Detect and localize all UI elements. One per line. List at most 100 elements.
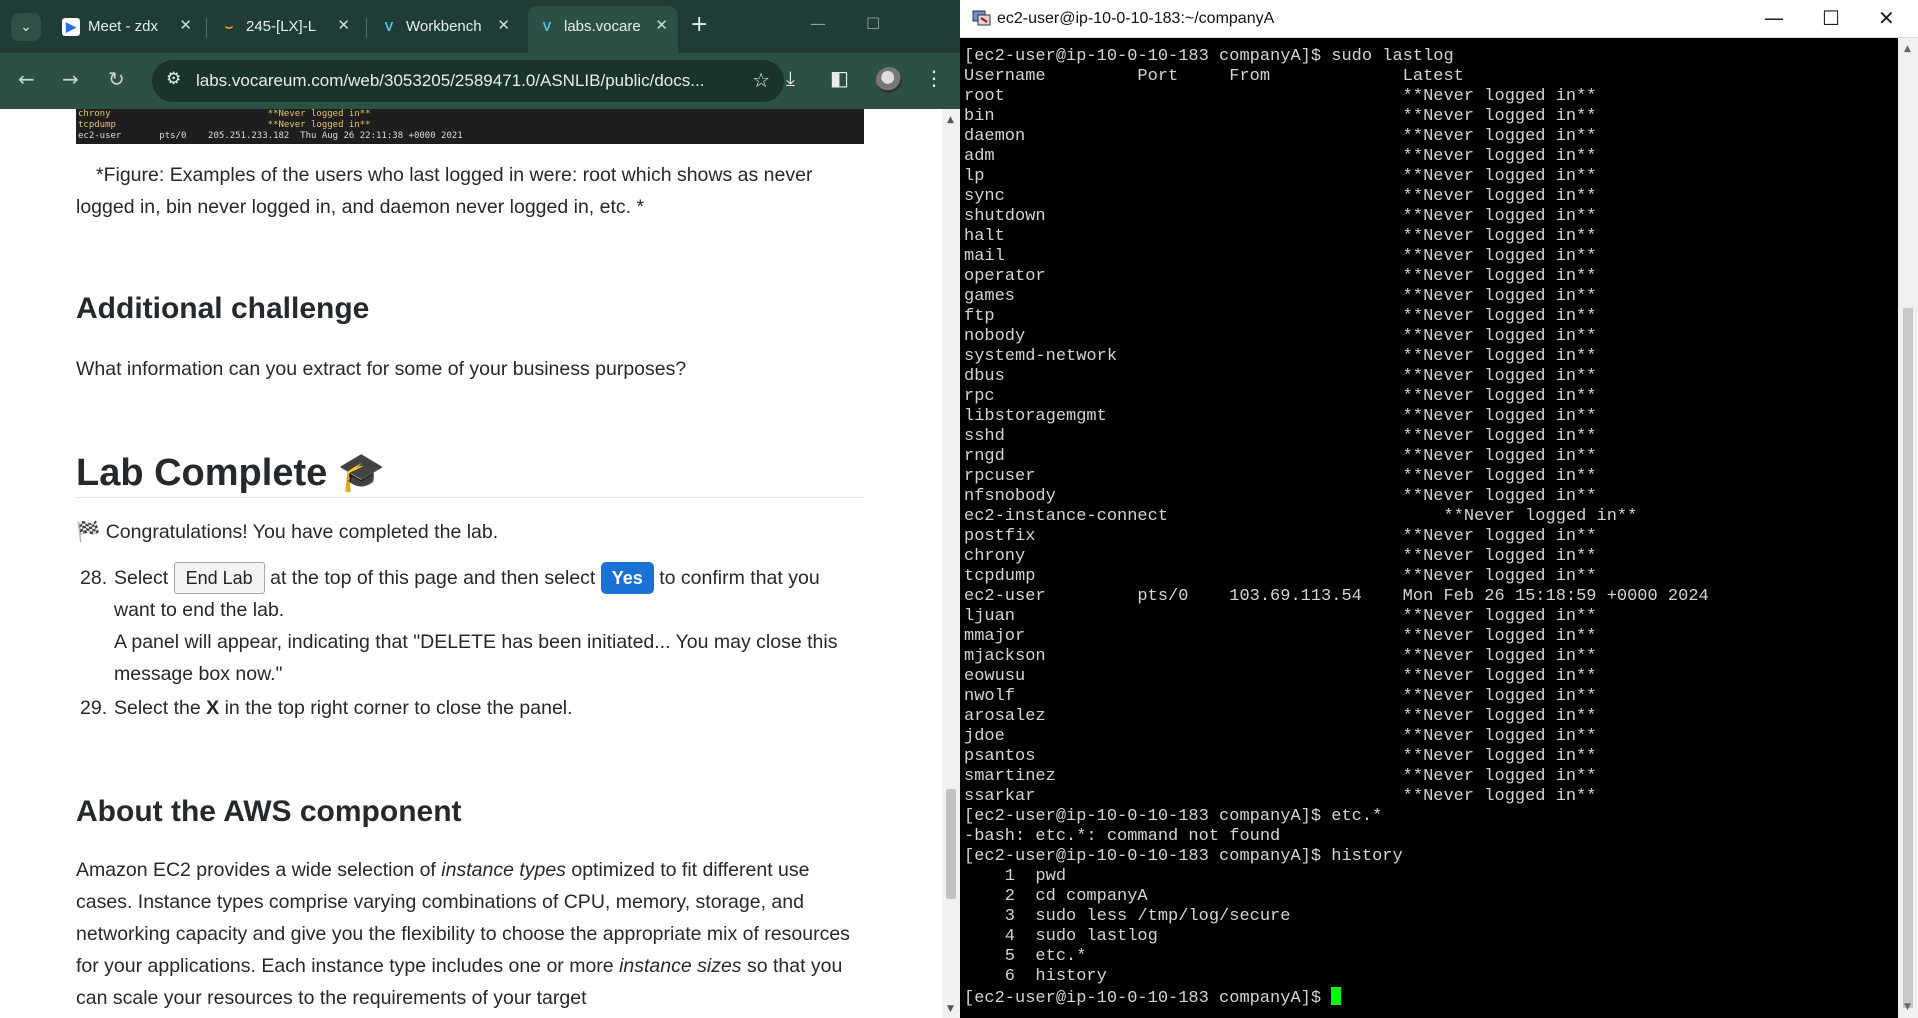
forward-icon[interactable]: → (62, 67, 79, 91)
scroll-down-icon[interactable]: ▼ (1904, 1002, 1911, 1012)
vocareum-icon: V (542, 19, 552, 34)
tab-search-button[interactable]: ⌄ (11, 13, 41, 41)
terminal-line: lp **Never logged in** (964, 167, 1597, 186)
terminal-line: 3 sudo less /tmp/log/secure (964, 907, 1291, 926)
terminal-line: nfsnobody **Never logged in** (964, 487, 1597, 506)
terminal-line: smartinez **Never logged in** (964, 767, 1597, 786)
terminal-line: [ec2-user@ip-10-0-10-183 companyA]$ sudo… (964, 47, 1454, 66)
terminal-prompt-line[interactable]: [ec2-user@ip-10-0-10-183 companyA]$ (964, 987, 1894, 1008)
terminal-title: ec2-user@ip-10-0-10-183:~/companyA (997, 10, 1275, 27)
back-icon[interactable]: ← (18, 67, 35, 91)
terminal-line: psantos **Never logged in** (964, 747, 1597, 766)
yes-button[interactable]: Yes (600, 562, 654, 594)
terminal-line: 2 cd companyA (964, 887, 1148, 906)
terminal-line: chrony **Never logged in** (964, 547, 1597, 566)
close-icon[interactable]: ✕ (337, 16, 350, 34)
congrats-text: 🏁 Congratulations! You have completed th… (76, 521, 499, 543)
minimize-icon[interactable]: — (810, 14, 826, 33)
close-icon[interactable]: ✕ (1878, 6, 1895, 30)
page-scrollbar[interactable]: ▲ ▼ (942, 109, 960, 1018)
terminal-scrollbar[interactable]: ▲ ▼ (1898, 38, 1918, 1018)
terminal-line: ssarkar **Never logged in** (964, 787, 1597, 806)
meet-icon: ▶ (62, 18, 80, 36)
terminal-line: [ec2-user@ip-10-0-10-183 companyA]$ hist… (964, 847, 1403, 866)
terminal-line: ljuan **Never logged in** (964, 607, 1597, 626)
terminal-output[interactable]: [ec2-user@ip-10-0-10-183 companyA]$ sudo… (964, 47, 1894, 1012)
scroll-up-icon[interactable]: ▲ (947, 115, 954, 125)
terminal-line: ec2-instance-connect **Never logged in** (964, 507, 1638, 526)
url-text[interactable]: labs.vocareum.com/web/3053205/2589471.0/… (196, 71, 716, 91)
terminal-line: jdoe **Never logged in** (964, 727, 1597, 746)
heading-additional-challenge: Additional challenge (76, 292, 370, 325)
terminal-line: dbus **Never logged in** (964, 367, 1597, 386)
avatar[interactable] (876, 67, 902, 93)
terminal-line: Username Port From Latest (964, 67, 1464, 86)
terminal-prompt: [ec2-user@ip-10-0-10-183 companyA]$ (964, 989, 1332, 1008)
terminal-line: shutdown **Never logged in** (964, 207, 1597, 226)
browser-window: ⌄ ▶ Meet - zdx ✕ ⌣ 245-[LX]-L ✕ V Workbe… (0, 0, 960, 1018)
new-tab-button[interactable]: + (690, 12, 708, 37)
tab-bar: ⌄ ▶ Meet - zdx ✕ ⌣ 245-[LX]-L ✕ V Workbe… (0, 0, 960, 53)
vocareum-icon: V (384, 19, 394, 34)
terminal-line: 4 sudo lastlog (964, 927, 1158, 946)
terminal-line: halt **Never logged in** (964, 227, 1597, 246)
panel-info-text: A panel will appear, indicating that "DE… (114, 631, 838, 685)
terminal-line: ec2-user pts/0 103.69.113.54 Mon Feb 26 … (964, 587, 1709, 606)
terminal-line: rpc **Never logged in** (964, 387, 1597, 406)
terminal-line: root **Never logged in** (964, 87, 1597, 106)
download-icon[interactable]: ⤓ (786, 66, 795, 90)
terminal-title-bar: ec2-user@ip-10-0-10-183:~/companyA — ☐ ✕ (960, 0, 1918, 38)
close-icon[interactable]: ✕ (497, 16, 510, 34)
terminal-line: sshd **Never logged in** (964, 427, 1597, 446)
scrollbar-thumb[interactable] (1903, 308, 1913, 1008)
terminal-line: operator **Never logged in** (964, 267, 1597, 286)
terminal-line: daemon **Never logged in** (964, 127, 1597, 146)
scroll-down-icon[interactable]: ▼ (947, 1004, 954, 1014)
terminal-line: systemd-network **Never logged in** (964, 347, 1597, 366)
terminal-line: 5 etc.* (964, 947, 1087, 966)
tab-labs-vocareum[interactable]: V labs.vocare ✕ (528, 6, 678, 53)
terminal-line: adm **Never logged in** (964, 147, 1597, 166)
terminal-line: arosalez **Never logged in** (964, 707, 1597, 726)
aws-description: Amazon EC2 provides a wide selection of … (76, 859, 850, 1009)
graduation-cap-icon: 🎓 (337, 452, 386, 494)
browser-toolbar: ← → ↻ ⚙ labs.vocareum.com/web/3053205/25… (0, 53, 960, 109)
reload-icon[interactable]: ↻ (108, 67, 125, 91)
terminal-line: mjackson **Never logged in** (964, 647, 1597, 666)
tab-aws[interactable]: ⌣ 245-[LX]-L ✕ (210, 10, 360, 44)
checkered-flag-icon: 🏁 (76, 521, 101, 543)
terminal-line: 1 pwd (964, 867, 1067, 886)
terminal-line: mail **Never logged in** (964, 247, 1597, 266)
close-icon[interactable]: ✕ (179, 16, 192, 34)
terminal-line: postfix **Never logged in** (964, 527, 1597, 546)
maximize-icon[interactable]: ☐ (866, 14, 880, 33)
figure-caption: *Figure: Examples of the users who last … (76, 164, 813, 218)
minimize-icon[interactable]: — (1764, 6, 1784, 30)
site-info-icon[interactable]: ⚙ (166, 69, 181, 89)
heading-about-aws-component: About the AWS component (76, 795, 462, 828)
maximize-icon[interactable]: ☐ (1822, 6, 1840, 30)
tab-meet[interactable]: ▶ Meet - zdx ✕ (52, 10, 202, 44)
list-item-step-28: 28. Select End Lab at the top of this pa… (80, 562, 870, 692)
address-bar[interactable]: ⚙ labs.vocareum.com/web/3053205/2589471.… (152, 60, 784, 102)
terminal-line: mmajor **Never logged in** (964, 627, 1597, 646)
side-panel-icon[interactable]: ◧ (830, 66, 849, 90)
end-lab-button[interactable]: End Lab (173, 562, 265, 594)
terminal-line: eowusu **Never logged in** (964, 667, 1597, 686)
terminal-line: games **Never logged in** (964, 287, 1597, 306)
menu-icon[interactable]: ⋮ (924, 66, 944, 90)
terminal-line: sync **Never logged in** (964, 187, 1597, 206)
terminal-line: ftp **Never logged in** (964, 307, 1597, 326)
page-content: chrony **Never logged in** tcpdump **Nev… (0, 109, 942, 1018)
scroll-up-icon[interactable]: ▲ (1904, 44, 1911, 54)
challenge-text: What information can you extract for som… (76, 358, 687, 380)
bookmark-star-icon[interactable]: ☆ (752, 68, 770, 92)
tab-workbench[interactable]: V Workbench ✕ (370, 10, 520, 44)
aws-icon: ⌣ (224, 19, 234, 34)
terminal-window: ec2-user@ip-10-0-10-183:~/companyA — ☐ ✕… (960, 0, 1918, 1018)
terminal-line: nwolf **Never logged in** (964, 687, 1597, 706)
scrollbar-thumb[interactable] (946, 789, 956, 899)
close-icon[interactable]: ✕ (655, 16, 668, 34)
terminal-cursor (1331, 987, 1342, 1005)
heading-lab-complete: Lab Complete 🎓 (76, 452, 386, 494)
